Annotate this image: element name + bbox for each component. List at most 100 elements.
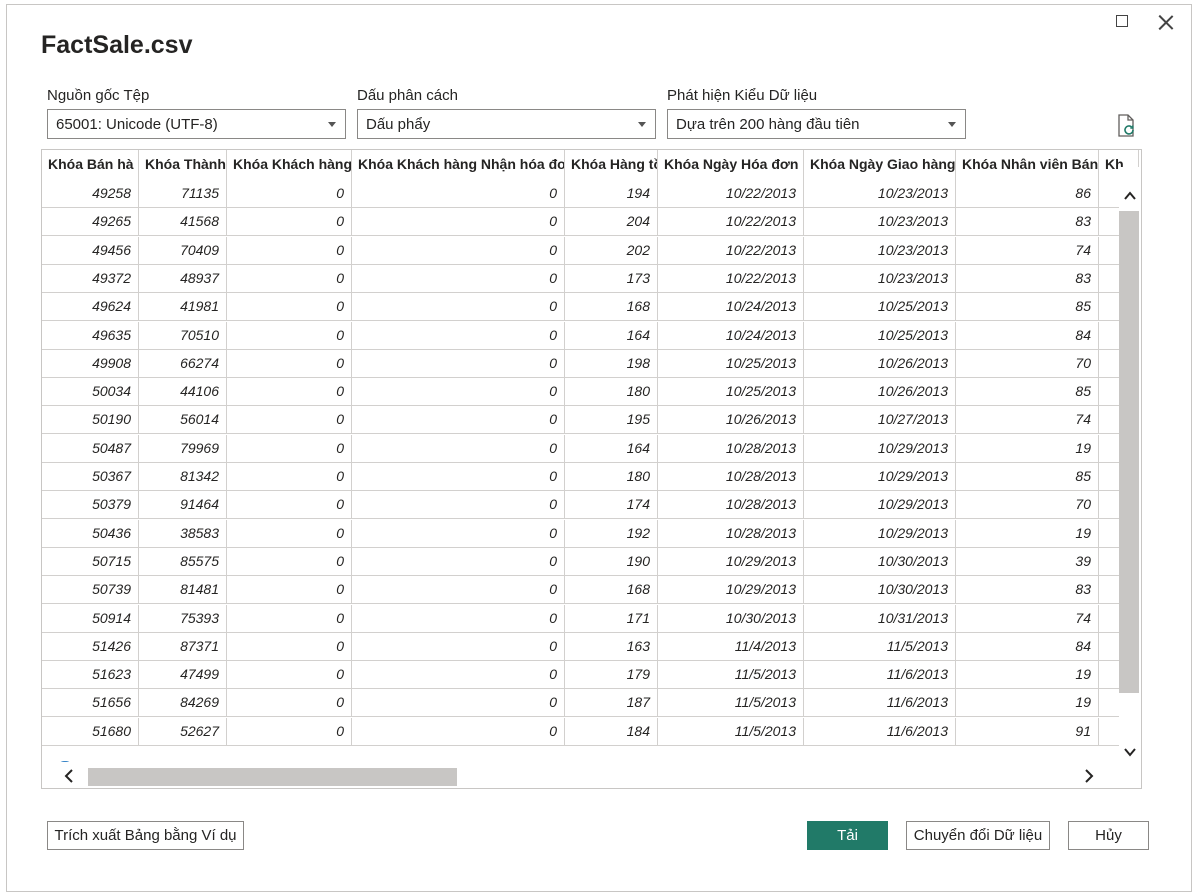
column-header[interactable]: Khóa Hàng tồ (565, 150, 658, 180)
table-row: 50379 91464 0 0 174 10/28/2013 10/29/2013 70 (42, 491, 1139, 520)
column-header[interactable]: Khóa Nhân viên Bán (956, 150, 1099, 180)
table-cell: 70 (956, 349, 1099, 378)
table-row: 49456 70409 0 0 202 10/22/2013 10/23/2013 74 (42, 236, 1139, 265)
table-cell: 0 (227, 547, 352, 576)
extract-table-by-example-button[interactable]: Trích xuất Bảng bằng Ví dụ (47, 821, 244, 850)
table-cell: 0 (227, 236, 352, 265)
table-cell: 52627 (139, 717, 227, 746)
table-cell: 0 (352, 717, 565, 746)
scroll-up-icon[interactable] (1123, 189, 1137, 203)
table-cell: 164 (565, 321, 658, 350)
chevron-down-icon (948, 122, 956, 127)
table-cell: 0 (352, 180, 565, 208)
scroll-left-icon[interactable] (62, 768, 76, 784)
table-cell: 50739 (42, 576, 139, 605)
table-cell: 10/23/2013 (804, 180, 956, 208)
table-cell: 10/26/2013 (804, 349, 956, 378)
dialog-title: FactSale.csv (41, 31, 193, 59)
column-header[interactable]: Khóa Bán hà (42, 150, 139, 180)
table-cell: 10/22/2013 (658, 264, 804, 293)
table-cell: 11/6/2013 (804, 689, 956, 718)
table-cell: 198 (565, 349, 658, 378)
table-cell: 50487 (42, 434, 139, 463)
data-type-detection-label: Phát hiện Kiểu Dữ liệu (667, 87, 818, 104)
scroll-down-icon[interactable] (1123, 745, 1137, 759)
table-cell: 0 (352, 321, 565, 350)
table-cell: 11/5/2013 (658, 689, 804, 718)
table-cell: 0 (227, 208, 352, 237)
table-row: 51623 47499 0 0 179 11/5/2013 11/6/2013 19 (42, 661, 1139, 690)
close-icon[interactable] (1155, 11, 1177, 33)
vertical-scrollbar[interactable] (1119, 167, 1141, 757)
maximize-icon[interactable] (1112, 11, 1134, 33)
column-header[interactable]: Khóa Khách hàng (227, 150, 352, 180)
table-cell: 0 (352, 378, 565, 407)
table-cell: 50436 (42, 519, 139, 548)
table-cell: 81481 (139, 576, 227, 605)
table-cell: 10/24/2013 (658, 293, 804, 322)
table-cell: 49456 (42, 236, 139, 265)
table-cell: 0 (227, 689, 352, 718)
table-cell: 11/6/2013 (804, 717, 956, 746)
table-cell: 10/29/2013 (804, 463, 956, 491)
table-cell: 51680 (42, 717, 139, 746)
table-cell: 83 (956, 576, 1099, 605)
table-cell: 70510 (139, 321, 227, 350)
table-cell: 0 (352, 632, 565, 661)
file-origin-label: Nguồn gốc Tệp (47, 87, 150, 104)
table-cell: 85 (956, 463, 1099, 491)
table-cell: 44106 (139, 378, 227, 407)
table-cell: 0 (352, 349, 565, 378)
table-cell: 0 (227, 349, 352, 378)
transform-data-button[interactable]: Chuyển đổi Dữ liệu (906, 821, 1050, 850)
table-cell: 49265 (42, 208, 139, 237)
table-row: 50436 38583 0 0 192 10/28/2013 10/29/2013 19 (42, 519, 1139, 548)
table-cell: 48937 (139, 264, 227, 293)
horizontal-scroll-thumb[interactable] (88, 768, 457, 786)
table-cell: 0 (352, 491, 565, 520)
load-button[interactable]: Tải (807, 821, 888, 850)
table-cell: 163 (565, 632, 658, 661)
table-cell: 180 (565, 378, 658, 407)
scroll-right-icon[interactable] (1082, 768, 1096, 784)
table-row: 50034 44106 0 0 180 10/25/2013 10/26/2013 85 (42, 378, 1139, 407)
table-cell: 10/27/2013 (804, 406, 956, 435)
table-row: 50739 81481 0 0 168 10/29/2013 10/30/2013 83 (42, 576, 1139, 605)
cancel-button[interactable]: Hủy (1068, 821, 1149, 850)
column-header[interactable]: Khóa Ngày Hóa đơn (658, 150, 804, 180)
file-origin-value: 65001: Unicode (UTF-8) (56, 116, 218, 133)
refresh-file-icon[interactable] (1116, 114, 1138, 138)
delimiter-select[interactable]: Dấu phẩy (357, 109, 656, 139)
table-cell: 10/22/2013 (658, 236, 804, 265)
table-cell: 0 (352, 434, 565, 463)
table-cell: 79969 (139, 434, 227, 463)
table-cell: 10/28/2013 (658, 434, 804, 463)
data-type-detection-select[interactable]: Dựa trên 200 hàng đầu tiên (667, 109, 966, 139)
table-row: 50914 75393 0 0 171 10/30/2013 10/31/2013 74 (42, 604, 1139, 633)
table-cell: 84269 (139, 689, 227, 718)
table-cell: 10/29/2013 (804, 434, 956, 463)
table-cell: 0 (227, 293, 352, 322)
column-header[interactable]: Khóa Thành (139, 150, 227, 180)
file-origin-select[interactable]: 65001: Unicode (UTF-8) (47, 109, 346, 139)
vertical-scroll-thumb[interactable] (1119, 211, 1139, 693)
table-cell: 0 (352, 519, 565, 548)
table-cell: 0 (227, 406, 352, 435)
table-cell: 0 (227, 717, 352, 746)
column-header[interactable]: Khóa Khách hàng Nhận hóa đơ (352, 150, 565, 180)
table-cell: 0 (227, 180, 352, 208)
horizontal-scrollbar[interactable] (42, 762, 1122, 788)
table-cell: 50379 (42, 491, 139, 520)
table-row: 49624 41981 0 0 168 10/24/2013 10/25/2013 85 (42, 293, 1139, 322)
table-cell: 50715 (42, 547, 139, 576)
table-cell: 0 (227, 378, 352, 407)
table-cell: 11/5/2013 (658, 717, 804, 746)
table-cell: 50367 (42, 463, 139, 491)
table-cell: 0 (352, 236, 565, 265)
table-cell: 74 (956, 604, 1099, 633)
table-cell: 0 (227, 519, 352, 548)
table-cell: 0 (352, 208, 565, 237)
table-row: 49635 70510 0 0 164 10/24/2013 10/25/2013 84 (42, 321, 1139, 350)
table-cell: 11/5/2013 (658, 661, 804, 690)
column-header[interactable]: Khóa Ngày Giao hàng (804, 150, 956, 180)
